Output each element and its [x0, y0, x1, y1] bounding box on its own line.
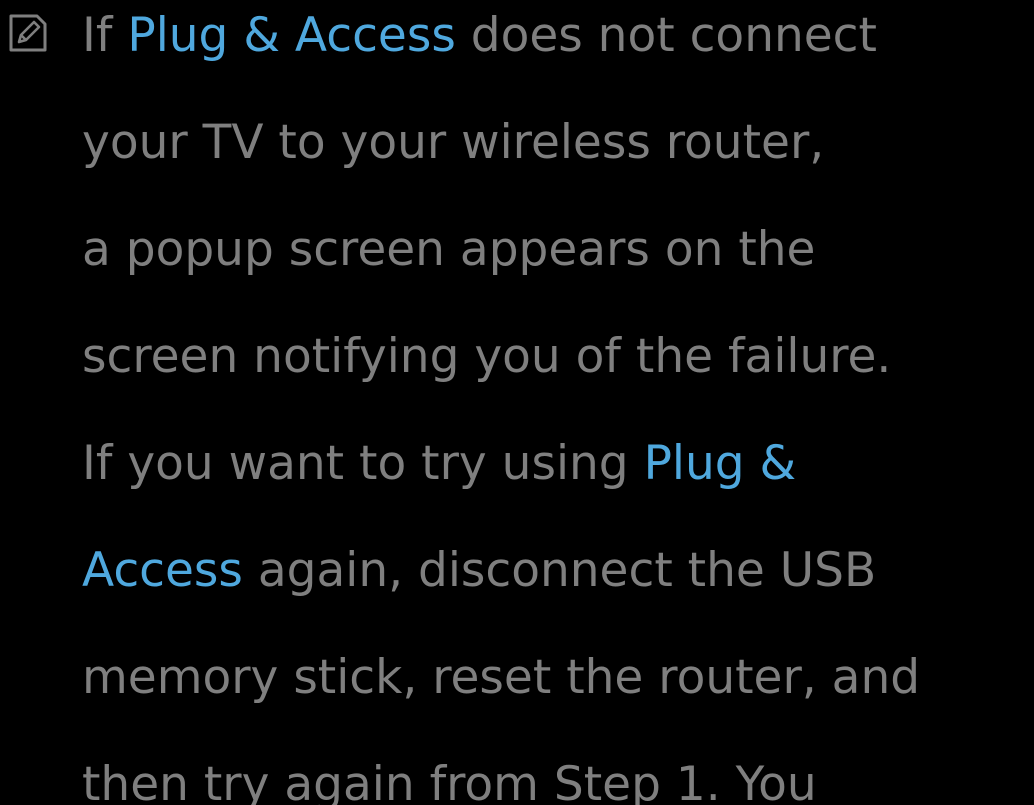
text-segment: a popup screen appears on the	[82, 222, 816, 277]
note-line-2: your TV to your wireless router,	[82, 89, 1034, 196]
text-segment: memory stick, reset the router, and	[82, 650, 921, 705]
plug-and-access-link-start[interactable]: Plug &	[644, 436, 797, 491]
plug-and-access-link[interactable]: Plug & Access	[127, 8, 455, 63]
note-line-3: a popup screen appears on the	[82, 196, 1034, 303]
manual-page: If Plug & Access does not connect your T…	[0, 0, 1034, 805]
note-line-6: Access again, disconnect the USB	[82, 517, 1034, 624]
note-pencil-icon	[9, 14, 47, 52]
text-segment: your TV to your wireless router,	[82, 115, 825, 170]
text-segment: If	[82, 8, 128, 63]
text-segment: If you want to try using	[82, 436, 644, 491]
note-line-4: screen notifying you of the failure.	[82, 303, 1034, 410]
text-segment: then try again from Step 1. You	[82, 757, 817, 805]
note-line-5: If you want to try using Plug &	[82, 410, 1034, 517]
text-segment: does not connect	[455, 8, 877, 63]
note-line-1: If Plug & Access does not connect	[82, 0, 1034, 89]
note-paragraph: If Plug & Access does not connect your T…	[82, 0, 1034, 805]
plug-and-access-link-end[interactable]: Access	[82, 543, 243, 598]
note-line-7: memory stick, reset the router, and	[82, 624, 1034, 731]
note-line-8: then try again from Step 1. You	[82, 731, 1034, 805]
text-segment: again, disconnect the USB	[242, 543, 877, 598]
text-segment: screen notifying you of the failure.	[82, 329, 892, 384]
